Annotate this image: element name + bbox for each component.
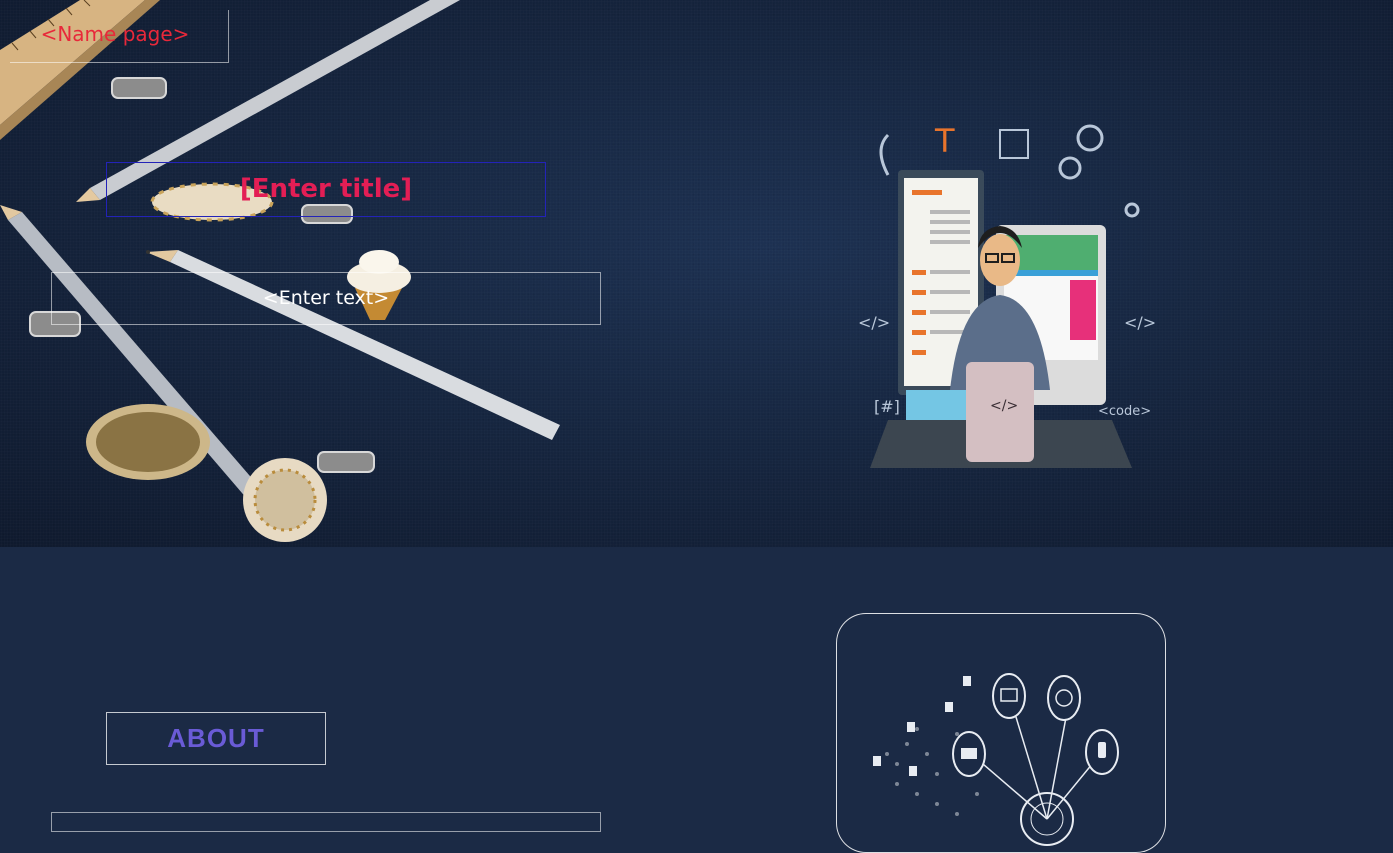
network-image-card xyxy=(836,613,1166,853)
name-page-label: <Name page> xyxy=(40,21,190,46)
page-title: [Enter title] xyxy=(239,173,413,204)
about-heading-box[interactable]: ABOUT xyxy=(106,712,326,765)
svg-text:<code>: <code> xyxy=(1098,404,1151,419)
network-globe-illustration xyxy=(873,673,1119,846)
svg-text:</>: </> xyxy=(858,313,890,332)
name-page-box[interactable]: <Name page> xyxy=(10,10,229,63)
svg-text:</>: </> xyxy=(990,398,1018,414)
svg-text:T: T xyxy=(934,122,955,160)
about-text-box[interactable] xyxy=(51,812,601,832)
developer-illustration: T </> </> <code> [#] </> xyxy=(858,122,1156,468)
svg-text:[#]: [#] xyxy=(874,397,900,416)
text-placeholder-box[interactable]: <Enter text> xyxy=(51,272,601,325)
hero-text: <Enter text> xyxy=(262,286,390,309)
washi-tape-icon xyxy=(86,182,327,542)
hero-banner: <Name page> [Enter title] <Enter text> T… xyxy=(0,0,1393,547)
svg-text:</>: </> xyxy=(1124,313,1156,332)
title-placeholder-box[interactable]: [Enter title] xyxy=(106,162,546,217)
about-heading: ABOUT xyxy=(167,723,265,753)
